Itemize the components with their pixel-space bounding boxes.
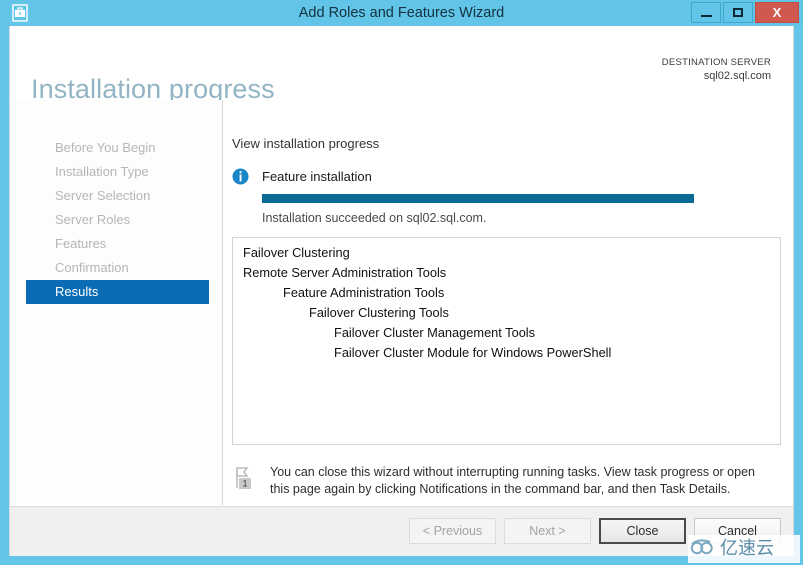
- list-item: Feature Administration Tools: [233, 283, 780, 303]
- list-item: Failover Clustering: [233, 243, 780, 263]
- installation-progress-bar: [262, 194, 694, 203]
- watermark-text: 亿速云: [720, 538, 774, 560]
- window-title: Add Roles and Features Wizard: [0, 0, 803, 26]
- list-item: Failover Clustering Tools: [233, 303, 780, 323]
- installed-features-listbox[interactable]: Failover Clustering Remote Server Admini…: [232, 237, 781, 445]
- main-content: View installation progress Feature insta…: [224, 100, 793, 505]
- window-controls: X: [691, 2, 799, 23]
- info-circle-icon: [232, 168, 249, 185]
- minimize-icon: [701, 15, 712, 17]
- sidebar-item-results[interactable]: Results: [26, 280, 209, 304]
- notification-flag-icon: 1: [234, 466, 256, 490]
- list-item: Remote Server Administration Tools: [233, 263, 780, 283]
- watermark: 亿速云: [688, 535, 800, 563]
- title-bar: Add Roles and Features Wizard X: [0, 0, 803, 26]
- sidebar-item-installation-type[interactable]: Installation Type: [26, 160, 209, 184]
- destination-server-block: DESTINATION SERVER sql02.sql.com: [662, 56, 771, 83]
- wizard-window: Add Roles and Features Wizard X Installa…: [0, 0, 803, 565]
- sidebar-item-confirmation[interactable]: Confirmation: [26, 256, 209, 280]
- sidebar-item-before-you-begin[interactable]: Before You Begin: [26, 136, 209, 160]
- wizard-footer: < Previous Next > Close Cancel: [10, 506, 793, 556]
- installed-features-list: Failover Clustering Remote Server Admini…: [233, 238, 780, 363]
- close-window-button[interactable]: X: [755, 2, 799, 23]
- wizard-nav-sidebar: Before You Begin Installation Type Serve…: [10, 100, 223, 505]
- client-area: Installation progress DESTINATION SERVER…: [9, 26, 794, 556]
- next-button[interactable]: Next >: [504, 518, 591, 544]
- maximize-button[interactable]: [723, 2, 753, 23]
- installation-progress-fill: [262, 194, 694, 203]
- minimize-button[interactable]: [691, 2, 721, 23]
- sidebar-item-server-selection[interactable]: Server Selection: [26, 184, 209, 208]
- installation-status-text: Installation succeeded on sql02.sql.com.: [262, 211, 486, 225]
- destination-server-name: sql02.sql.com: [662, 69, 771, 83]
- close-button[interactable]: Close: [599, 518, 686, 544]
- sidebar-item-features[interactable]: Features: [26, 232, 209, 256]
- maximize-icon: [733, 8, 743, 17]
- previous-button[interactable]: < Previous: [409, 518, 496, 544]
- cloud-logo-icon: [690, 538, 716, 561]
- page-header: Installation progress DESTINATION SERVER…: [10, 26, 793, 100]
- wizard-note-text: You can close this wizard without interr…: [270, 464, 770, 498]
- view-installation-progress-label: View installation progress: [232, 136, 379, 151]
- destination-server-label: DESTINATION SERVER: [662, 56, 771, 69]
- list-item: Failover Cluster Management Tools: [233, 323, 780, 343]
- svg-text:1: 1: [242, 479, 247, 489]
- feature-installation-row: Feature installation: [232, 168, 782, 188]
- list-item: Failover Cluster Module for Windows Powe…: [233, 343, 780, 363]
- feature-installation-label: Feature installation: [262, 168, 372, 185]
- sidebar-item-server-roles[interactable]: Server Roles: [26, 208, 209, 232]
